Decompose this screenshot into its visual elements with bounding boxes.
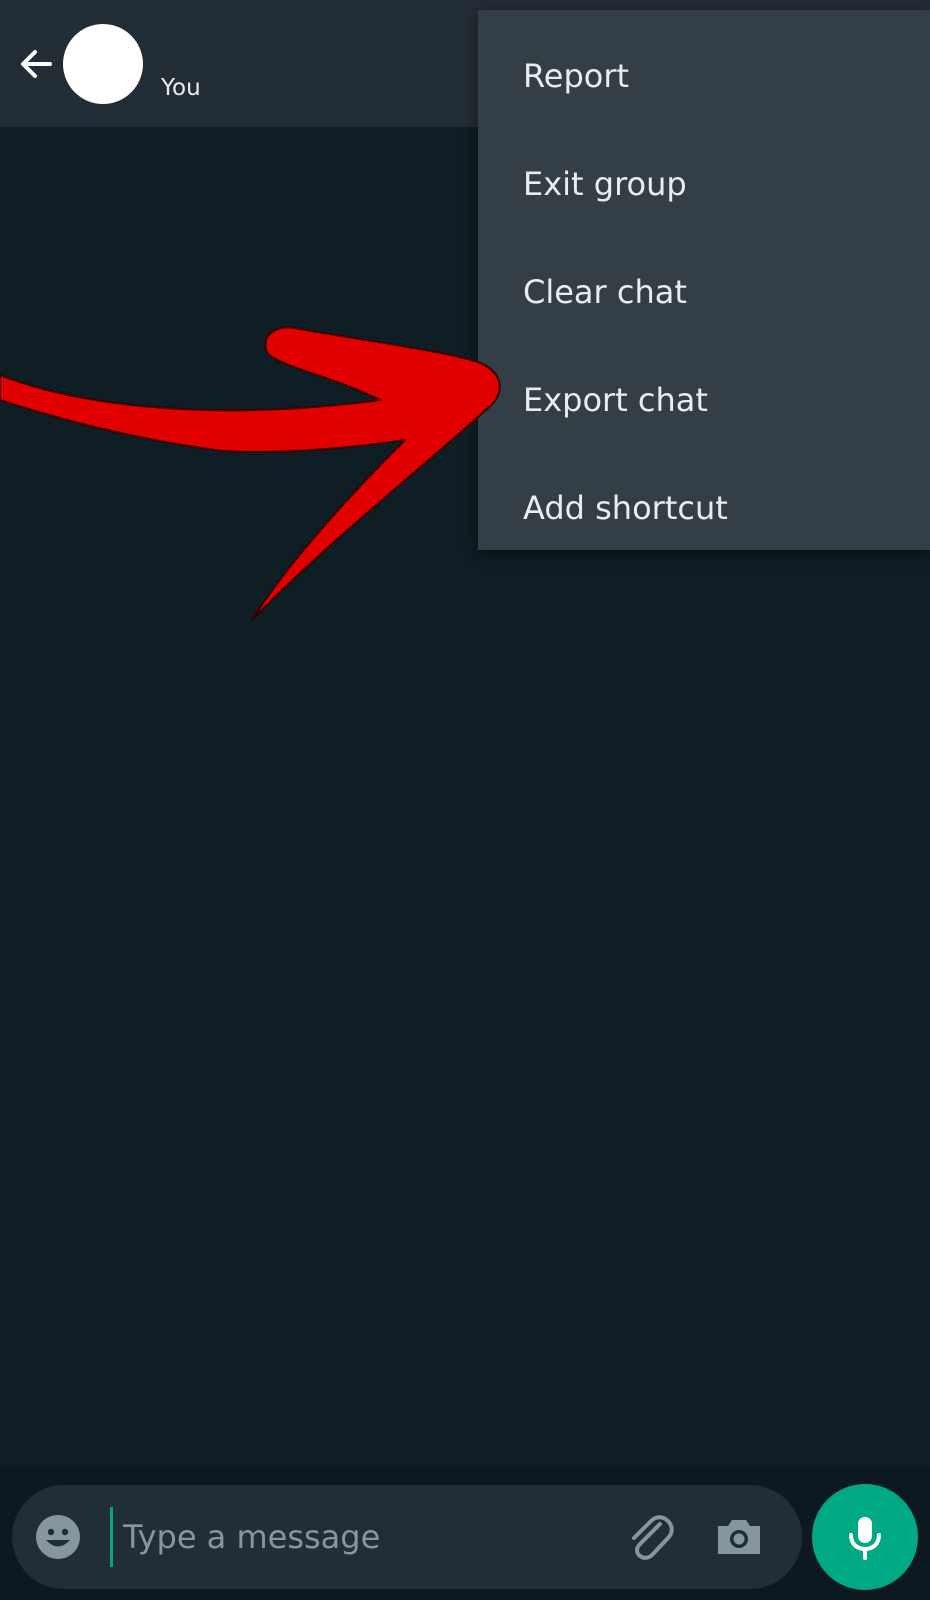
menu-item-label: Export chat [523,381,708,419]
back-button[interactable] [12,40,60,88]
menu-item-label: Clear chat [523,273,687,311]
emoji-icon [36,1515,80,1559]
chat-screen: You Report Exit group Clear chat Export … [0,0,930,1600]
arrow-left-icon [21,50,52,78]
header-subtitle[interactable]: You [161,75,201,101]
avatar[interactable] [63,24,143,104]
microphone-icon [849,1517,881,1560]
menu-item-add-shortcut[interactable]: Add shortcut [478,454,930,562]
menu-item-export-chat[interactable]: Export chat [478,346,930,454]
camera-button[interactable] [712,1510,766,1564]
menu-item-label: Report [523,57,630,95]
message-input[interactable] [110,1507,590,1567]
emoji-button[interactable] [34,1513,82,1561]
camera-icon [718,1520,760,1554]
paperclip-icon [632,1515,674,1560]
menu-item-clear-chat[interactable]: Clear chat [478,238,930,346]
overflow-menu: Report Exit group Clear chat Export chat… [478,10,930,550]
menu-item-report[interactable]: Report [478,22,930,130]
menu-item-exit-group[interactable]: Exit group [478,130,930,238]
message-composer [12,1485,802,1589]
menu-item-label: Exit group [523,165,687,203]
menu-item-label: Add shortcut [523,489,728,527]
attach-button[interactable] [624,1510,676,1564]
mic-button[interactable] [812,1484,918,1590]
